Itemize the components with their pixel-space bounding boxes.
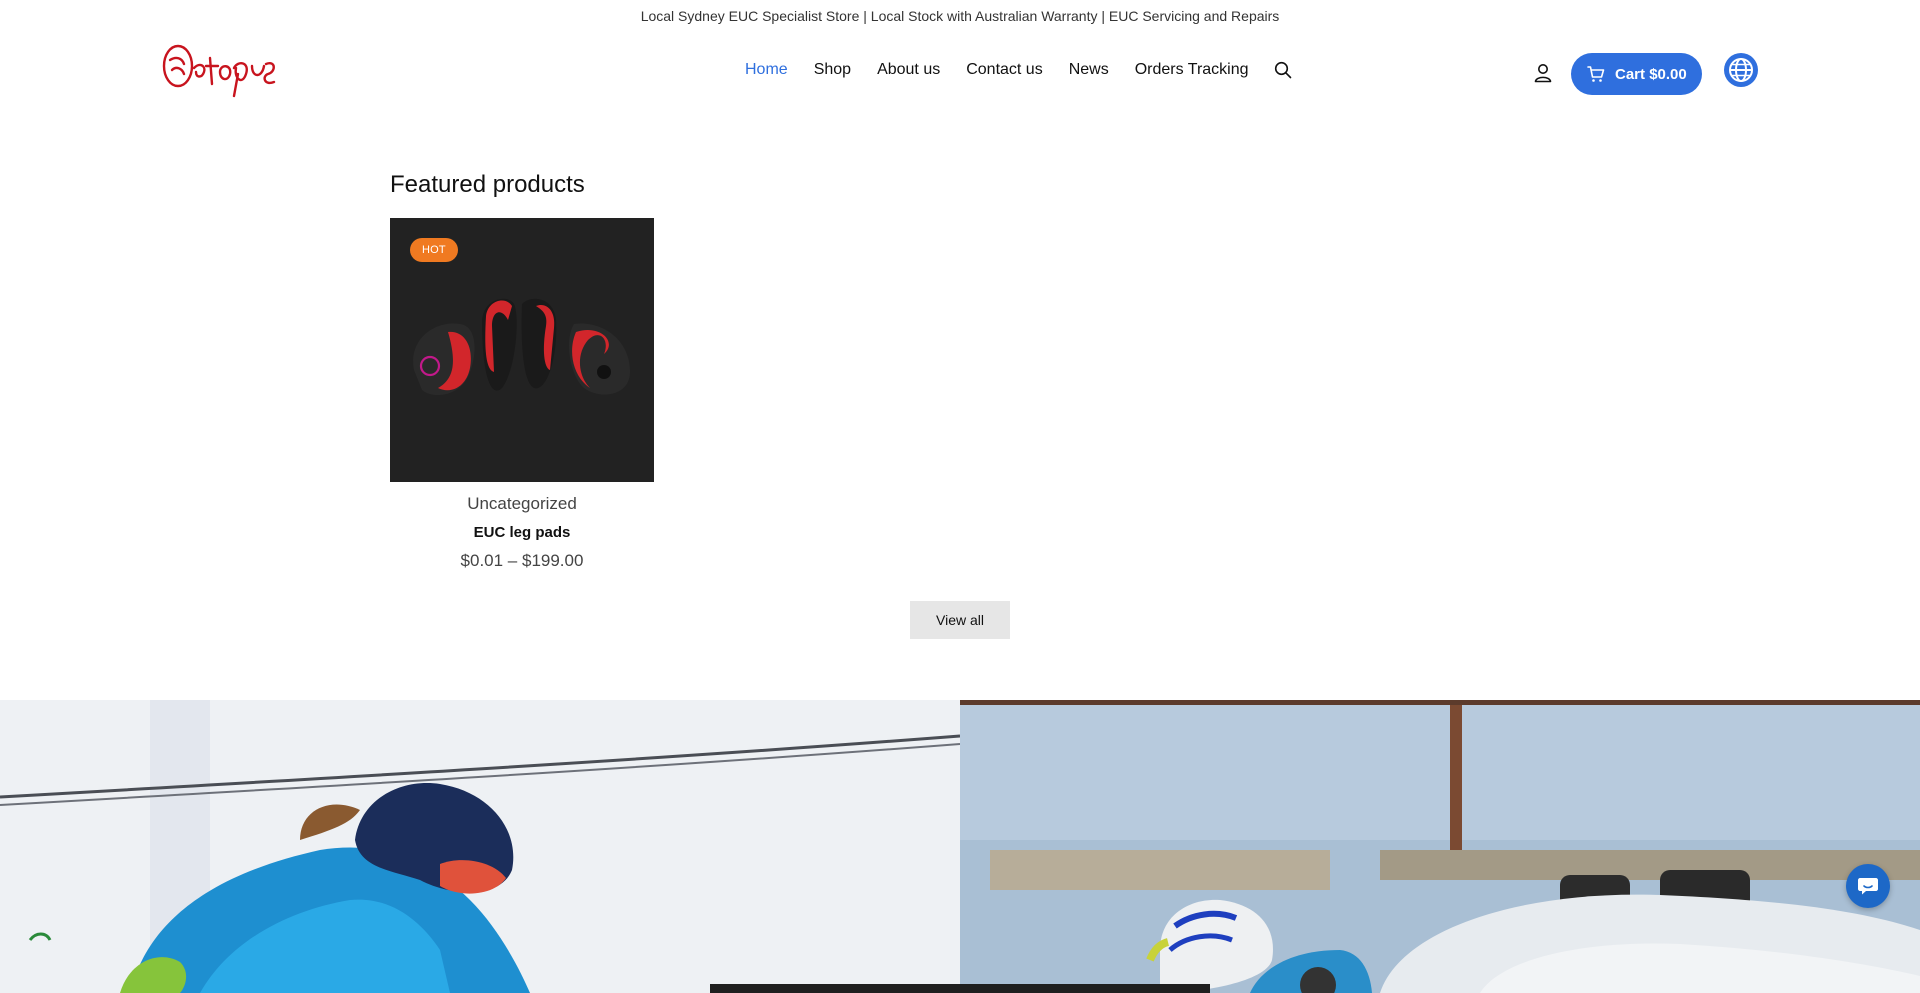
hot-badge: HOT	[410, 238, 458, 262]
nav-contact-us[interactable]: Contact us	[966, 60, 1042, 80]
announcement-bar: Local Sydney EUC Specialist Store | Loca…	[0, 0, 1920, 32]
nav-news[interactable]: News	[1069, 60, 1109, 80]
product-price: $0.01 – $199.00	[460, 551, 584, 570]
site-logo[interactable]	[160, 38, 278, 102]
cart-total: $0.00	[1649, 65, 1687, 83]
cart-label: Cart $0.00	[1615, 66, 1687, 83]
bottom-bar	[710, 984, 1210, 993]
octopus-logo-icon	[162, 44, 276, 98]
hero-image-right	[960, 700, 1920, 993]
view-all-button[interactable]: View all	[910, 601, 1010, 639]
site-header: Home Shop About us Contact us News Order…	[0, 32, 1920, 116]
nav-about-us[interactable]: About us	[877, 60, 940, 80]
product-category[interactable]: Uncategorized	[390, 494, 654, 514]
featured-products-section: Featured products HOT Uncategorized EUC …	[390, 168, 1530, 639]
section-title: Featured products	[390, 171, 585, 198]
chat-button[interactable]	[1846, 864, 1890, 908]
search-icon[interactable]	[1273, 60, 1293, 80]
cart-button[interactable]: Cart $0.00	[1571, 53, 1702, 95]
product-name[interactable]: EUC leg pads	[390, 524, 654, 541]
product-image[interactable]: HOT	[390, 218, 654, 482]
cart-icon	[1587, 65, 1605, 83]
chat-bubble-icon	[1858, 878, 1878, 895]
main-nav: Home Shop About us Contact us News Order…	[745, 60, 1293, 80]
nav-shop[interactable]: Shop	[814, 60, 851, 80]
globe-icon[interactable]	[1724, 53, 1758, 87]
user-icon[interactable]	[1532, 62, 1554, 84]
euc-rider-photo-left	[0, 700, 960, 993]
euc-rider-photo-right	[960, 700, 1920, 993]
hero-image-left	[0, 700, 960, 993]
nav-orders-tracking[interactable]: Orders Tracking	[1135, 60, 1249, 80]
announcement-text: Local Sydney EUC Specialist Store | Loca…	[640, 8, 1280, 24]
cart-label-text: Cart	[1615, 65, 1650, 83]
nav-home[interactable]: Home	[745, 60, 788, 80]
product-card[interactable]: HOT Uncategorized EUC leg pads $0.01 – $…	[390, 218, 654, 578]
leg-pads-image	[413, 298, 630, 396]
